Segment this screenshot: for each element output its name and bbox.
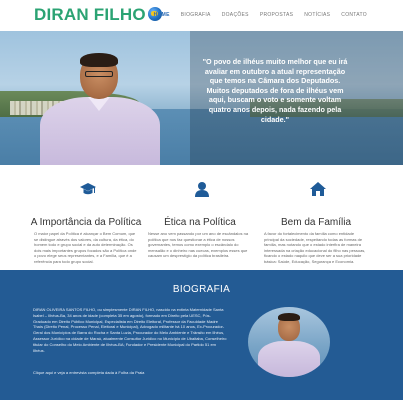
nav-contato[interactable]: CONTATO (341, 12, 367, 18)
candidate-glasses (85, 71, 113, 77)
biography-section: BIOGRAFIA DIRAN OLIVEIRA SANTOS FILHO, o… (0, 270, 403, 400)
nav-biografia[interactable]: BIOGRAFIA (181, 12, 211, 18)
candidate-photo (40, 53, 160, 165)
bio-photo-hair (278, 313, 300, 321)
bio-photo-shirt (258, 341, 320, 377)
feature-text: Nesse ano vem passando por um ano de esc… (148, 231, 249, 259)
bio-text: DIRAN OLIVEIRA SANTOS FILHO, ou simplesm… (33, 307, 227, 353)
nav-noticias[interactable]: NOTÍCIAS (304, 12, 330, 18)
bio-photo (248, 307, 330, 377)
site-logo[interactable]: DIRAN FILHO (34, 5, 162, 25)
feature-text: A favor do fortalecimento da família com… (264, 231, 366, 264)
hero-banner: "O povo de ilhéus muito melhor que eu ir… (0, 31, 403, 165)
site-header: DIRAN FILHO HOME BIOGRAFIA DOAÇÕES PROPO… (0, 0, 403, 31)
home-icon (310, 182, 326, 196)
feature-title: Ética na Política (164, 217, 236, 228)
nav-propostas[interactable]: PROPOSTAS (260, 12, 293, 18)
feature-title: A Importância da Política (30, 217, 142, 228)
user-icon (195, 182, 209, 197)
nav-doacoes[interactable]: DOAÇÕES (222, 12, 249, 18)
feature-title: Bem da Família (280, 217, 352, 228)
features-section: A Importância da Política O maior papel … (0, 165, 403, 270)
logo-text: DIRAN FILHO (34, 5, 146, 24)
main-nav: HOME BIOGRAFIA DOAÇÕES PROPOSTAS NOTÍCIA… (154, 12, 367, 18)
graduation-cap-icon (80, 183, 96, 195)
candidate-hair (80, 53, 118, 67)
interview-link[interactable]: Clique aqui e veja a entrevista completa… (33, 370, 144, 375)
nav-home[interactable]: HOME (154, 12, 170, 18)
feature-text: O maior papel da Política é alcançar o B… (34, 231, 137, 264)
hero-quote: "O povo de ilhéus muito melhor que eu ir… (202, 57, 348, 124)
bio-title: BIOGRAFIA (172, 284, 231, 295)
